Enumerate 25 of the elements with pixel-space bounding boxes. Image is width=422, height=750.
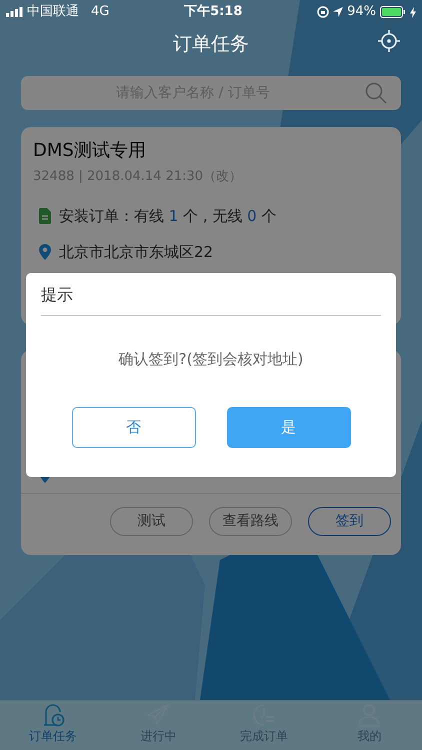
search-icon	[365, 82, 387, 104]
dialog-title: 提示	[41, 273, 381, 316]
tab-item[interactable]: 订单任务	[0, 701, 106, 750]
page-title: 订单任务	[173, 32, 249, 57]
carrier-name: 中国联通	[27, 3, 79, 22]
charging-icon	[410, 6, 416, 18]
battery-icon	[380, 6, 406, 18]
time: 下午5:18	[184, 3, 242, 22]
location-arrow-icon	[333, 7, 344, 17]
check-in-button[interactable]: 签到	[308, 507, 391, 536]
location-pin-icon	[39, 244, 51, 260]
battery-percent: 94%	[347, 3, 376, 22]
document-icon	[39, 208, 51, 224]
install-summary: 安装订单：有线 1 个 , 无线 0 个	[59, 206, 276, 226]
order-action-button[interactable]: 测试	[110, 507, 193, 536]
order-action-button[interactable]: 查看路线	[209, 507, 292, 536]
dialog-message: 确认签到?(签到会核对地址)	[118, 349, 304, 370]
rotation-lock-icon	[317, 6, 330, 18]
signal-icon	[6, 7, 23, 17]
network-type: 4G	[91, 3, 110, 22]
confirm-button[interactable]: 是	[226, 406, 350, 448]
cancel-button[interactable]: 否	[72, 406, 196, 448]
order-title: DMS测试专用	[33, 139, 147, 163]
order-address: 北京市北京市东城区22	[59, 242, 214, 263]
locate-icon[interactable]	[378, 30, 400, 52]
